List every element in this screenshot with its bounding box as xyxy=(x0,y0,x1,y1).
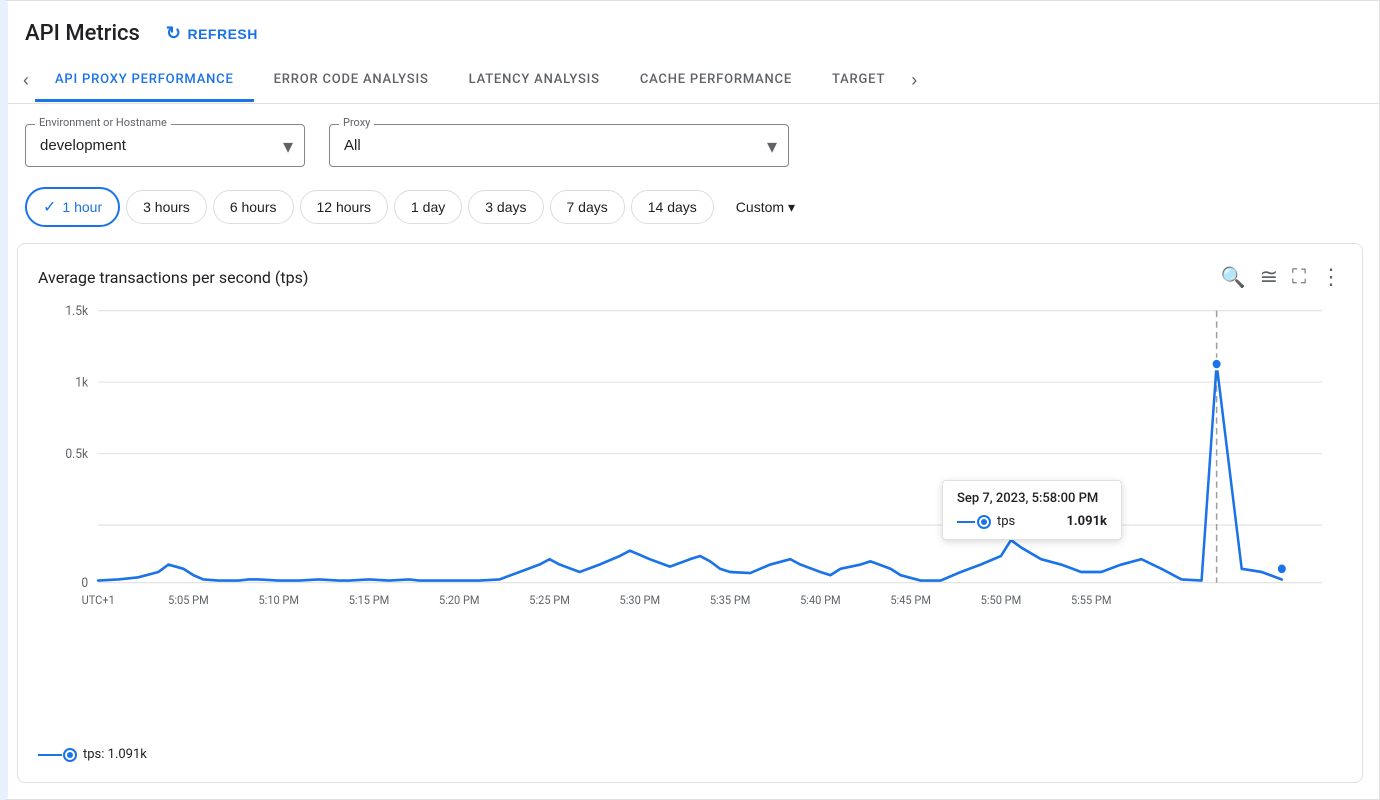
svg-text:5:15 PM: 5:15 PM xyxy=(349,593,390,607)
chart-legend: tps: 1.091k xyxy=(38,747,1342,762)
chart-search-button[interactable]: 🔍 xyxy=(1221,265,1246,290)
chevron-left-icon: ‹ xyxy=(23,70,29,91)
fullscreen-icon: ⛶ xyxy=(1292,266,1306,289)
svg-text:5:20 PM: 5:20 PM xyxy=(439,593,480,607)
environment-select[interactable]: development xyxy=(25,124,305,167)
filters-row: Environment or Hostname development ▾ Pr… xyxy=(1,104,1379,177)
tooltip-series: tps xyxy=(997,514,1058,529)
custom-label: Custom xyxy=(736,199,784,215)
custom-dropdown-icon: ▾ xyxy=(788,199,795,216)
svg-text:5:25 PM: 5:25 PM xyxy=(529,593,570,607)
tab-prev-button[interactable]: ‹ xyxy=(17,58,35,103)
environment-select-wrapper: Environment or Hostname development ▾ xyxy=(25,124,305,167)
legend-item: tps: 1.091k xyxy=(38,747,147,762)
svg-text:5:55 PM: 5:55 PM xyxy=(1071,593,1112,607)
proxy-select[interactable]: All xyxy=(329,124,789,167)
tooltip-dot xyxy=(979,517,989,527)
svg-text:5:10 PM: 5:10 PM xyxy=(258,593,299,607)
time-btn-3d[interactable]: 3 days xyxy=(468,190,543,224)
time-btn-7d[interactable]: 7 days xyxy=(550,190,625,224)
header: API Metrics ↻ REFRESH xyxy=(1,1,1379,50)
time-label-1h: 1 hour xyxy=(62,199,102,215)
time-range-row: ✓ 1 hour 3 hours 6 hours 12 hours 1 day … xyxy=(1,177,1379,243)
svg-text:5:45 PM: 5:45 PM xyxy=(890,593,931,607)
time-btn-6h[interactable]: 6 hours xyxy=(213,190,294,224)
environment-label: Environment or Hostname xyxy=(35,116,171,129)
time-btn-12h[interactable]: 12 hours xyxy=(300,190,388,224)
checkmark-icon: ✓ xyxy=(43,197,56,217)
chart-filter-button[interactable]: ≅ xyxy=(1260,264,1278,290)
tab-cache[interactable]: CACHE PERFORMANCE xyxy=(620,60,812,102)
environment-select-group: Environment or Hostname development ▾ xyxy=(25,124,305,167)
time-btn-1d[interactable]: 1 day xyxy=(394,190,462,224)
chart-actions: 🔍 ≅ ⛶ ⋮ xyxy=(1221,264,1342,290)
tooltip-line-segment xyxy=(957,521,975,523)
svg-text:0: 0 xyxy=(81,576,88,591)
chart-container: Average transactions per second (tps) 🔍 … xyxy=(17,243,1363,783)
tabs-container: ‹ API PROXY PERFORMANCE ERROR CODE ANALY… xyxy=(1,58,1379,104)
svg-text:1.5k: 1.5k xyxy=(65,304,88,319)
svg-text:5:40 PM: 5:40 PM xyxy=(800,593,841,607)
time-btn-1h[interactable]: ✓ 1 hour xyxy=(25,187,120,227)
svg-text:5:30 PM: 5:30 PM xyxy=(620,593,661,607)
tab-error-code[interactable]: ERROR CODE ANALYSIS xyxy=(254,60,449,102)
tooltip-row: tps 1.091k xyxy=(957,514,1107,529)
filter-icon: ≅ xyxy=(1260,264,1278,290)
left-nav-accent xyxy=(0,0,8,800)
proxy-label: Proxy xyxy=(339,116,374,129)
page-title: API Metrics xyxy=(25,21,140,46)
legend-dot xyxy=(65,750,75,760)
time-btn-14d[interactable]: 14 days xyxy=(631,190,714,224)
chart-fullscreen-button[interactable]: ⛶ xyxy=(1292,266,1306,289)
chevron-right-icon: › xyxy=(911,70,917,91)
tab-next-button[interactable]: › xyxy=(905,58,923,103)
tab-target[interactable]: TARGET xyxy=(812,60,905,102)
svg-text:5:50 PM: 5:50 PM xyxy=(981,593,1022,607)
proxy-select-wrapper: Proxy All ▾ xyxy=(329,124,789,167)
svg-text:5:05 PM: 5:05 PM xyxy=(168,593,209,607)
more-icon: ⋮ xyxy=(1320,264,1342,290)
svg-text:5:35 PM: 5:35 PM xyxy=(710,593,751,607)
chart-svg: 1.5k 1k 0.5k 0 UTC+1 5:05 PM 5:10 PM 5:1… xyxy=(38,300,1342,620)
tab-latency[interactable]: LATENCY ANALYSIS xyxy=(449,60,620,102)
refresh-icon: ↻ xyxy=(166,23,182,44)
time-btn-3h[interactable]: 3 hours xyxy=(126,190,207,224)
refresh-button[interactable]: ↻ REFRESH xyxy=(156,17,268,50)
chart-area: 1.5k 1k 0.5k 0 UTC+1 5:05 PM 5:10 PM 5:1… xyxy=(38,300,1342,739)
chart-more-button[interactable]: ⋮ xyxy=(1320,264,1342,290)
legend-line-segment xyxy=(38,754,62,756)
svg-text:0.5k: 0.5k xyxy=(65,447,88,462)
svg-text:1k: 1k xyxy=(75,375,89,390)
chart-title: Average transactions per second (tps) xyxy=(38,268,308,287)
tooltip-date: Sep 7, 2023, 5:58:00 PM xyxy=(957,491,1107,506)
proxy-select-group: Proxy All ▾ xyxy=(329,124,789,167)
tab-api-proxy[interactable]: API PROXY PERFORMANCE xyxy=(35,60,254,102)
tooltip-value: 1.091k xyxy=(1066,514,1107,529)
chart-tooltip: Sep 7, 2023, 5:58:00 PM tps 1.091k xyxy=(942,480,1122,540)
svg-text:UTC+1: UTC+1 xyxy=(82,593,115,607)
time-btn-custom[interactable]: Custom ▾ xyxy=(720,191,811,224)
chart-header: Average transactions per second (tps) 🔍 … xyxy=(38,264,1342,290)
refresh-label: REFRESH xyxy=(187,26,257,42)
search-icon: 🔍 xyxy=(1221,265,1246,290)
legend-label: tps: 1.091k xyxy=(83,747,147,762)
